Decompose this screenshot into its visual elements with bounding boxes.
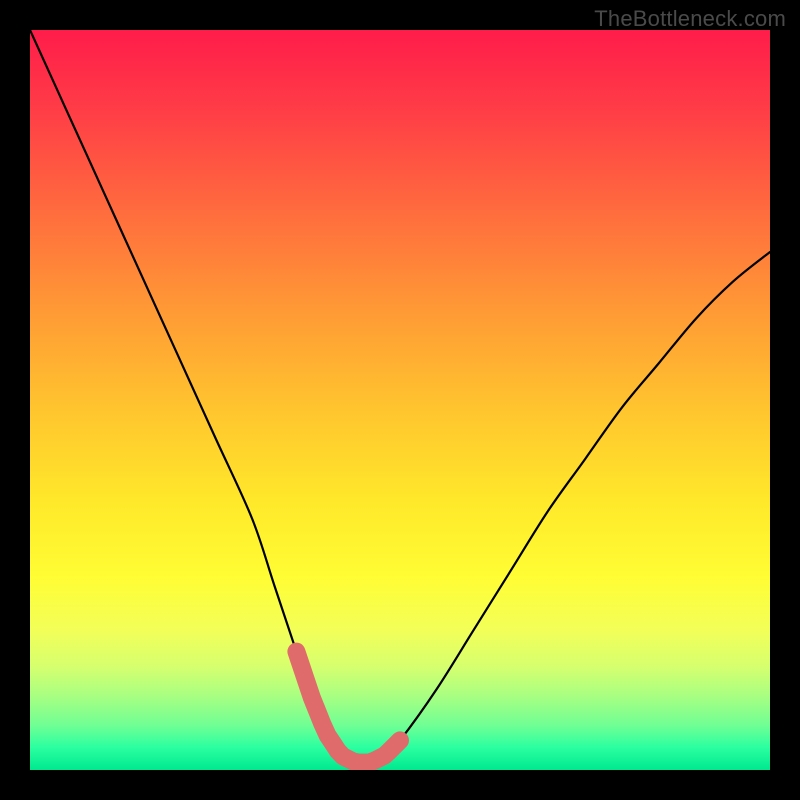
curve-layer	[30, 30, 770, 770]
chart-stage: TheBottleneck.com	[0, 0, 800, 800]
optimal-region-marker	[296, 652, 400, 763]
watermark-text: TheBottleneck.com	[594, 6, 786, 32]
bottleneck-curve	[30, 30, 770, 764]
plot-area	[30, 30, 770, 770]
